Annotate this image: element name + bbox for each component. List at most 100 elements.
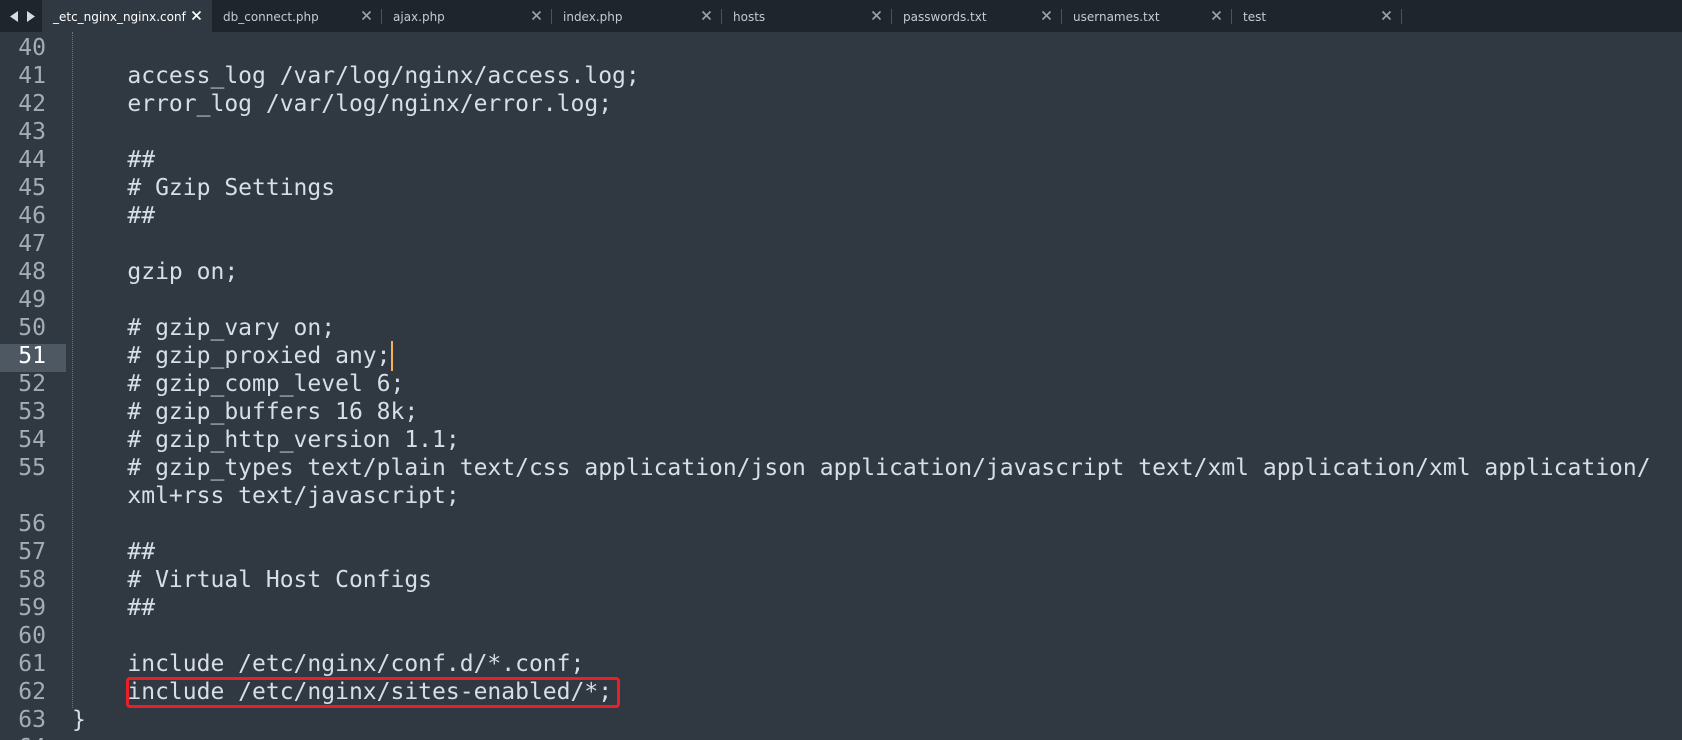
code-line[interactable]: 58 # Virtual Host Configs bbox=[0, 566, 1682, 594]
tab-label: test bbox=[1243, 10, 1267, 24]
code-text[interactable]: gzip on; bbox=[72, 258, 238, 286]
code-line[interactable]: 56 bbox=[0, 510, 1682, 538]
triangle-right-icon[interactable] bbox=[24, 10, 36, 22]
tab-hosts[interactable]: hosts bbox=[722, 0, 892, 32]
close-icon[interactable] bbox=[1381, 10, 1392, 21]
line-number: 62 bbox=[18, 679, 46, 705]
code-text[interactable]: # Gzip Settings bbox=[72, 174, 335, 202]
line-number: 49 bbox=[18, 287, 46, 313]
code-text[interactable]: ## bbox=[72, 146, 155, 174]
code-line[interactable]: xml+rss text/javascript; bbox=[0, 482, 1682, 510]
code-text[interactable]: # gzip_buffers 16 8k; bbox=[72, 398, 418, 426]
line-number: 46 bbox=[18, 203, 46, 229]
tab-etc-nginx-conf[interactable]: _etc_nginx_nginx.conf bbox=[42, 0, 212, 32]
line-number: 45 bbox=[18, 175, 46, 201]
line-number: 52 bbox=[18, 371, 46, 397]
code-line[interactable]: 40 bbox=[0, 34, 1682, 62]
code-line[interactable]: 57 ## bbox=[0, 538, 1682, 566]
code-text[interactable]: # gzip_types text/plain text/css applica… bbox=[72, 454, 1650, 482]
close-icon[interactable] bbox=[1041, 10, 1052, 21]
code-text[interactable]: ## bbox=[72, 594, 155, 622]
code-line[interactable]: 54 # gzip_http_version 1.1; bbox=[0, 426, 1682, 454]
line-number: 40 bbox=[18, 35, 46, 61]
line-number: 47 bbox=[18, 231, 46, 257]
text-cursor bbox=[391, 341, 393, 371]
tab-label: usernames.txt bbox=[1073, 10, 1160, 24]
code-line[interactable]: 46 ## bbox=[0, 202, 1682, 230]
code-text[interactable]: # gzip_comp_level 6; bbox=[72, 370, 404, 398]
code-line[interactable]: 64 bbox=[0, 734, 1682, 740]
tab-label: passwords.txt bbox=[903, 10, 987, 24]
code-line[interactable]: 55 # gzip_types text/plain text/css appl… bbox=[0, 454, 1682, 482]
code-line[interactable]: 49 bbox=[0, 286, 1682, 314]
line-number: 51 bbox=[18, 343, 46, 369]
line-number: 53 bbox=[18, 399, 46, 425]
tab-navigation bbox=[8, 0, 36, 32]
code-line[interactable]: 63} bbox=[0, 706, 1682, 734]
code-text[interactable]: # gzip_vary on; bbox=[72, 314, 335, 342]
code-text[interactable]: include /etc/nginx/conf.d/*.conf; bbox=[72, 650, 584, 678]
code-line[interactable]: 44 ## bbox=[0, 146, 1682, 174]
code-line[interactable]: 61 include /etc/nginx/conf.d/*.conf; bbox=[0, 650, 1682, 678]
code-line[interactable]: 60 bbox=[0, 622, 1682, 650]
code-text[interactable]: # Virtual Host Configs bbox=[72, 566, 432, 594]
tab-db-connect[interactable]: db_connect.php bbox=[212, 0, 382, 32]
line-number: 48 bbox=[18, 259, 46, 285]
triangle-left-icon[interactable] bbox=[8, 10, 20, 22]
tab-index[interactable]: index.php bbox=[552, 0, 722, 32]
code-text[interactable]: error_log /var/log/nginx/error.log; bbox=[72, 90, 612, 118]
code-line[interactable]: 41 access_log /var/log/nginx/access.log; bbox=[0, 62, 1682, 90]
line-number: 57 bbox=[18, 539, 46, 565]
close-icon[interactable] bbox=[361, 10, 372, 21]
line-number: 43 bbox=[18, 119, 46, 145]
code-editor[interactable]: 40 41 access_log /var/log/nginx/access.lo… bbox=[0, 32, 1682, 740]
line-number: 63 bbox=[18, 707, 46, 733]
close-icon[interactable] bbox=[191, 10, 202, 21]
code-line[interactable]: 42 error_log /var/log/nginx/error.log; bbox=[0, 90, 1682, 118]
line-number: 58 bbox=[18, 567, 46, 593]
code-line[interactable]: 59 ## bbox=[0, 594, 1682, 622]
code-text[interactable]: } bbox=[72, 706, 86, 734]
code-line[interactable]: 43 bbox=[0, 118, 1682, 146]
code-text[interactable]: # gzip_proxied any; bbox=[72, 342, 390, 370]
tab-ajax[interactable]: ajax.php bbox=[382, 0, 552, 32]
highlight-annotation bbox=[126, 677, 620, 708]
line-number: 55 bbox=[18, 455, 46, 481]
line-number: 42 bbox=[18, 91, 46, 117]
code-line[interactable]: 52 # gzip_comp_level 6; bbox=[0, 370, 1682, 398]
tab-label: hosts bbox=[733, 10, 766, 24]
line-number: 50 bbox=[18, 315, 46, 341]
code-text[interactable]: access_log /var/log/nginx/access.log; bbox=[72, 62, 639, 90]
line-number: 61 bbox=[18, 651, 46, 677]
tab-label: ajax.php bbox=[393, 10, 445, 24]
code-line[interactable]: 53 # gzip_buffers 16 8k; bbox=[0, 398, 1682, 426]
line-number: 60 bbox=[18, 623, 46, 649]
code-line[interactable]: 47 bbox=[0, 230, 1682, 258]
code-text[interactable]: ## bbox=[72, 202, 155, 230]
close-icon[interactable] bbox=[531, 10, 542, 21]
tab-label: _etc_nginx_nginx.conf bbox=[53, 10, 186, 24]
close-icon[interactable] bbox=[701, 10, 712, 21]
tab-label: index.php bbox=[563, 10, 623, 24]
line-number: 54 bbox=[18, 427, 46, 453]
code-line[interactable]: 51 # gzip_proxied any; bbox=[0, 342, 1682, 370]
tab-passwords[interactable]: passwords.txt bbox=[892, 0, 1062, 32]
tab-test[interactable]: test bbox=[1232, 0, 1402, 32]
line-number: 64 bbox=[0, 734, 46, 740]
tab-usernames[interactable]: usernames.txt bbox=[1062, 0, 1232, 32]
tab-strip: _etc_nginx_nginx.conf db_connect.php aja… bbox=[42, 0, 1402, 32]
code-line[interactable]: 50 # gzip_vary on; bbox=[0, 314, 1682, 342]
line-number: 59 bbox=[18, 595, 46, 621]
code-line[interactable]: 45 # Gzip Settings bbox=[0, 174, 1682, 202]
line-number: 41 bbox=[18, 63, 46, 89]
code-text[interactable]: xml+rss text/javascript; bbox=[72, 482, 459, 510]
tab-label: db_connect.php bbox=[223, 10, 319, 24]
line-number: 44 bbox=[18, 147, 46, 173]
tab-bar: _etc_nginx_nginx.conf db_connect.php aja… bbox=[0, 0, 1682, 32]
code-text[interactable]: # gzip_http_version 1.1; bbox=[72, 426, 459, 454]
close-icon[interactable] bbox=[871, 10, 882, 21]
close-icon[interactable] bbox=[1211, 10, 1222, 21]
line-number: 56 bbox=[18, 511, 46, 537]
code-text[interactable]: ## bbox=[72, 538, 155, 566]
code-line[interactable]: 48 gzip on; bbox=[0, 258, 1682, 286]
